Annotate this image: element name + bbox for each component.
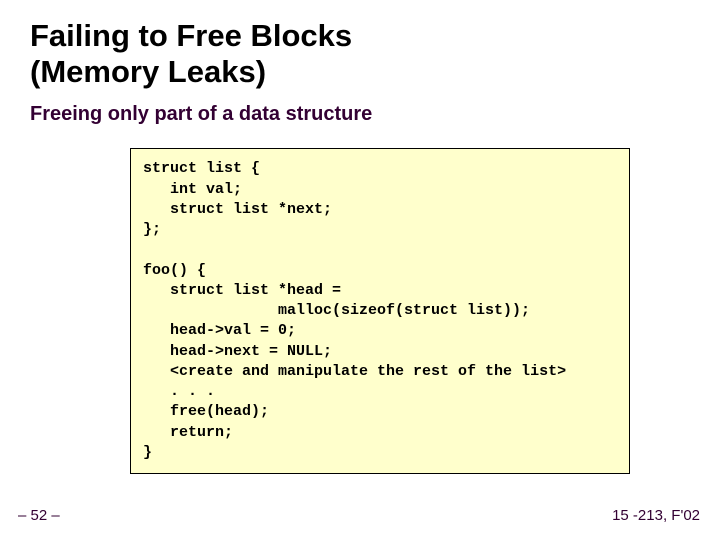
slide-title: Failing to Free Blocks(Memory Leaks): [30, 18, 690, 89]
footer-page-number: – 52 –: [18, 507, 60, 524]
slide: Failing to Free Blocks(Memory Leaks) Fre…: [0, 0, 720, 540]
slide-subtitle: Freeing only part of a data structure: [30, 103, 690, 126]
footer-course-id: 15 -213, F'02: [612, 507, 700, 524]
code-block: struct list { int val; struct list *next…: [130, 148, 630, 474]
